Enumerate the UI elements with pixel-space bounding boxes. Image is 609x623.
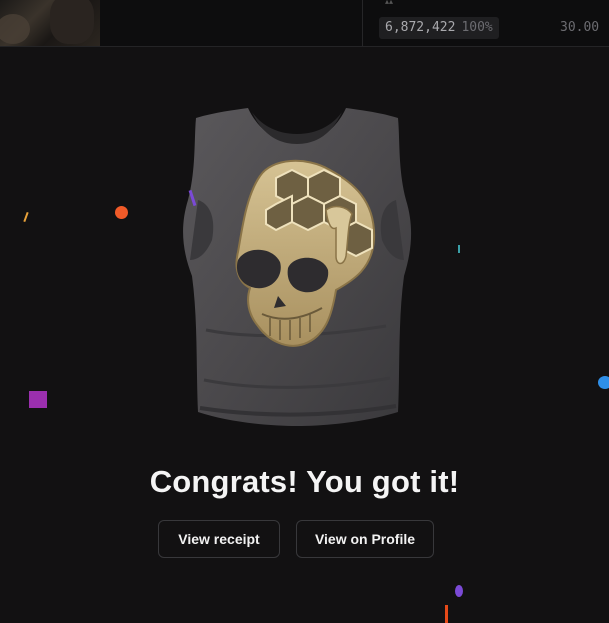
supply-count: 6,872,422 (385, 20, 456, 35)
confetti-piece (29, 391, 47, 408)
top-bar: ▴▴ 6,872,422 100% 30.00 (0, 0, 609, 47)
cropped-icon: ▴▴ (385, 0, 394, 6)
congrats-title: Congrats! You got it! (149, 464, 460, 499)
confetti-piece (445, 605, 448, 623)
confetti-piece (598, 376, 609, 389)
confetti-piece (115, 206, 128, 219)
confetti-piece (23, 211, 29, 223)
divider (362, 0, 363, 46)
thumbnail-shape (50, 0, 94, 44)
view-on-profile-button[interactable]: View on Profile (296, 520, 434, 558)
confetti-piece (458, 245, 460, 253)
thumbnail-shape (0, 14, 30, 44)
price-value: 30.00 (560, 20, 600, 35)
view-receipt-button[interactable]: View receipt (158, 520, 280, 558)
confetti-piece (455, 585, 463, 597)
item-image (183, 108, 412, 426)
supply-percent: 100% (461, 20, 493, 35)
supply-stat: 6,872,422 100% (379, 17, 499, 39)
item-thumbnail[interactable] (0, 0, 100, 46)
